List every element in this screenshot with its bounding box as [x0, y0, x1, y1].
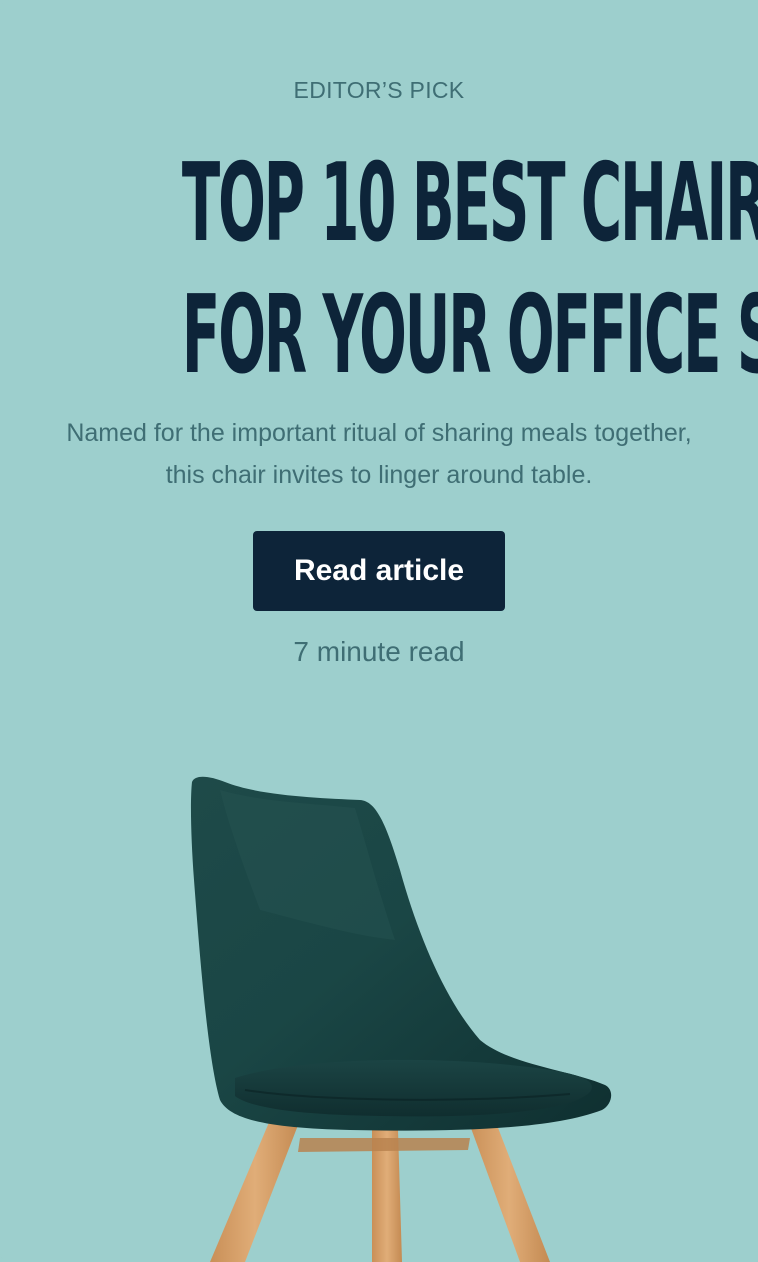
editors-pick-card: EDITOR’S PICK TOP 10 BEST CHAIRS FOR YOU… — [0, 0, 758, 1262]
read-time: 7 minute read — [293, 636, 465, 667]
article-description: Named for the important ritual of sharin… — [66, 419, 692, 489]
chair-image — [190, 776, 612, 1262]
read-article-button[interactable]: Read article — [253, 531, 505, 611]
eyebrow-label: EDITOR’S PICK — [293, 77, 465, 103]
article-title-line-2: FOR YOUR OFFICE SPACE — [181, 273, 758, 398]
article-title: TOP 10 BEST CHAIRS FOR YOUR OFFICE SPACE — [0, 138, 758, 402]
article-title-line-1: TOP 10 BEST CHAIRS — [181, 141, 758, 266]
